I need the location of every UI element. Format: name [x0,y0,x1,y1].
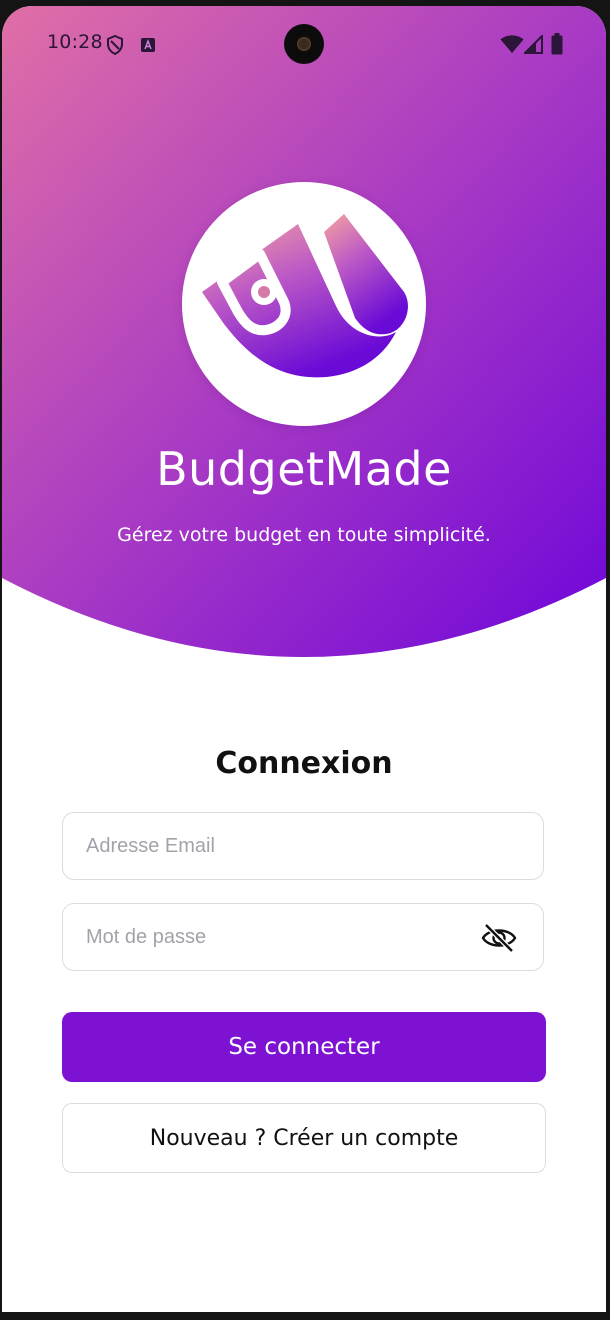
keyboard-a-icon [141,38,155,52]
status-time: 10:28 [47,31,103,53]
budgetmade-logo-icon [202,214,408,378]
wifi-icon [500,35,524,53]
shield-icon [107,35,123,55]
app-logo [182,182,426,426]
password-field [62,903,544,971]
eye-off-icon[interactable] [481,923,517,953]
create-account-button[interactable]: Nouveau ? Créer un compte [62,1103,546,1173]
app-name: BudgetMade [156,442,452,496]
create-account-label: Nouveau ? Créer un compte [149,1125,459,1151]
email-input[interactable] [63,813,543,879]
signal-icon [524,35,543,54]
app-tagline: Gérez votre budget en toute simplicité. [117,524,491,546]
battery-icon [551,33,563,55]
password-input[interactable] [63,904,543,970]
login-button[interactable]: Se connecter [62,1012,546,1082]
status-bar: 10:28 [2,6,606,82]
login-title: Connexion [215,746,393,781]
email-field [62,812,544,880]
app-screen: 10:28 BudgetMade Gérez votre budget en t… [2,6,606,1312]
login-button-label: Se connecter [228,1034,380,1060]
camera-lens [297,37,311,51]
front-camera [284,24,324,64]
hero-header: 10:28 BudgetMade Gérez votre budget en t… [2,6,606,666]
